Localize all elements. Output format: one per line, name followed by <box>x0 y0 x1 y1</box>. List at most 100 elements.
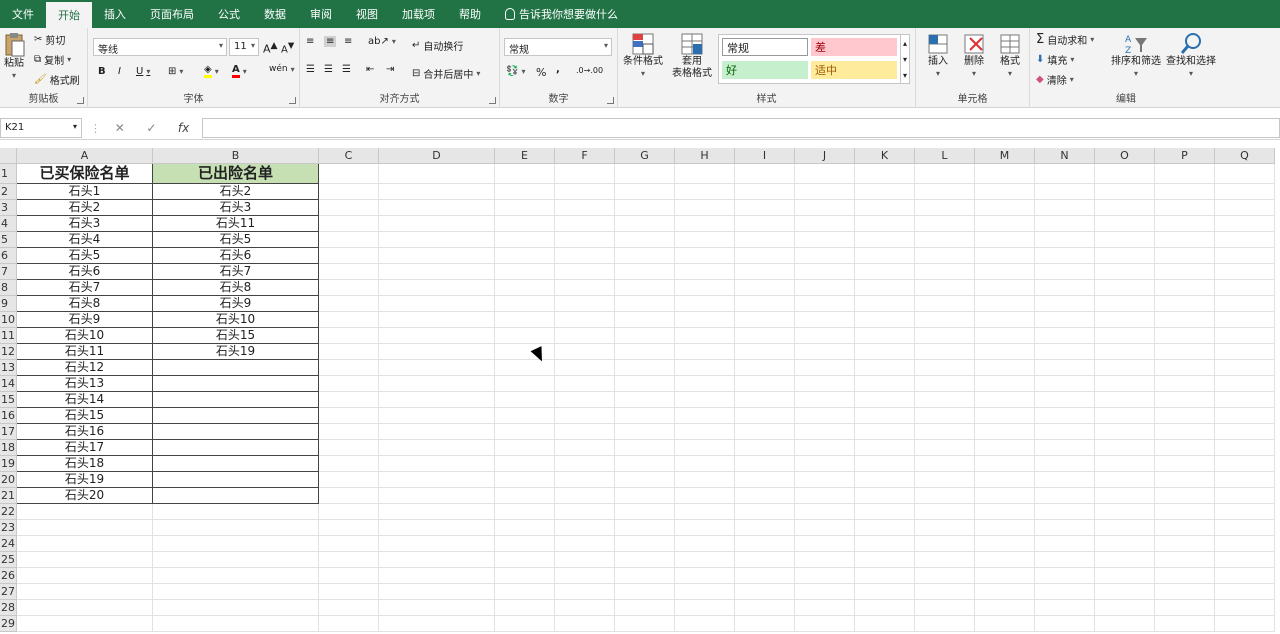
styles-scroll[interactable]: ▴ ▾ ▾ <box>900 34 910 84</box>
cell[interactable] <box>975 472 1035 488</box>
cell[interactable] <box>1095 520 1155 536</box>
cell[interactable] <box>795 424 855 440</box>
cell[interactable] <box>1155 536 1215 552</box>
cell[interactable] <box>735 616 795 632</box>
align-middle-button[interactable]: ≡ <box>324 36 337 47</box>
cell[interactable] <box>855 296 915 312</box>
cell[interactable] <box>379 456 495 472</box>
cell[interactable] <box>319 616 379 632</box>
cell[interactable] <box>1095 392 1155 408</box>
cell[interactable] <box>1155 440 1215 456</box>
row-header[interactable]: 6 <box>0 248 17 264</box>
decrease-indent-button[interactable]: ⇤ <box>366 64 374 75</box>
cell[interactable] <box>855 536 915 552</box>
cell[interactable] <box>975 248 1035 264</box>
cell[interactable] <box>495 456 555 472</box>
tab-3[interactable]: 页面布局 <box>138 0 206 28</box>
cell[interactable] <box>495 392 555 408</box>
insert-function-button[interactable]: fx <box>178 121 189 135</box>
cell[interactable]: 石头19 <box>17 472 153 488</box>
cell[interactable] <box>1155 392 1215 408</box>
cell[interactable] <box>1215 264 1275 280</box>
cell[interactable] <box>495 600 555 616</box>
cell[interactable] <box>319 200 379 216</box>
cell[interactable] <box>855 344 915 360</box>
cell[interactable] <box>379 552 495 568</box>
cell[interactable] <box>675 344 735 360</box>
cell[interactable] <box>379 184 495 200</box>
cell[interactable] <box>555 408 615 424</box>
cell[interactable] <box>495 520 555 536</box>
cell[interactable]: 石头5 <box>153 232 319 248</box>
number-launcher-icon[interactable] <box>607 97 614 104</box>
cell[interactable] <box>615 568 675 584</box>
cell[interactable] <box>1155 552 1215 568</box>
cell[interactable]: 石头1 <box>17 184 153 200</box>
cell[interactable] <box>1095 584 1155 600</box>
cell[interactable] <box>795 344 855 360</box>
column-header[interactable]: G <box>615 148 675 164</box>
cell[interactable]: 石头14 <box>17 392 153 408</box>
cell[interactable] <box>675 312 735 328</box>
cell[interactable] <box>1095 600 1155 616</box>
cell[interactable] <box>17 616 153 632</box>
cell[interactable] <box>319 296 379 312</box>
delete-cells-button[interactable]: 删除 ▾ <box>958 32 990 80</box>
cell[interactable] <box>675 164 735 184</box>
cell[interactable] <box>495 200 555 216</box>
cell[interactable] <box>1155 328 1215 344</box>
cell[interactable] <box>615 456 675 472</box>
row-header[interactable]: 24 <box>0 536 17 552</box>
cell[interactable] <box>17 584 153 600</box>
cell[interactable]: 石头4 <box>17 232 153 248</box>
cell[interactable] <box>915 456 975 472</box>
cell[interactable] <box>1095 248 1155 264</box>
cell[interactable] <box>855 376 915 392</box>
cell[interactable] <box>795 584 855 600</box>
cell[interactable] <box>379 164 495 184</box>
comma-button[interactable]: , <box>556 64 560 75</box>
cell[interactable]: 石头17 <box>17 440 153 456</box>
cell[interactable] <box>615 312 675 328</box>
cell[interactable] <box>555 520 615 536</box>
cell[interactable] <box>855 248 915 264</box>
cell[interactable] <box>1215 344 1275 360</box>
cell[interactable] <box>975 440 1035 456</box>
cancel-icon[interactable]: ✕ <box>115 121 125 135</box>
cell[interactable] <box>795 248 855 264</box>
increase-decimal-button[interactable]: .0→.00 <box>576 66 603 75</box>
cell[interactable] <box>1155 600 1215 616</box>
tab-5[interactable]: 数据 <box>252 0 298 28</box>
cell[interactable] <box>795 200 855 216</box>
cell[interactable] <box>675 472 735 488</box>
cell[interactable] <box>915 264 975 280</box>
cell[interactable] <box>1215 232 1275 248</box>
cell[interactable] <box>735 184 795 200</box>
cell[interactable] <box>795 184 855 200</box>
cell[interactable] <box>555 472 615 488</box>
cell[interactable] <box>855 392 915 408</box>
cell[interactable] <box>1215 164 1275 184</box>
style-normal[interactable]: 常规 <box>722 38 808 56</box>
cell[interactable] <box>153 376 319 392</box>
cell[interactable] <box>795 312 855 328</box>
cell[interactable]: 石头12 <box>17 360 153 376</box>
cell[interactable] <box>1215 552 1275 568</box>
cell[interactable] <box>975 280 1035 296</box>
cell[interactable] <box>915 424 975 440</box>
cell[interactable] <box>379 232 495 248</box>
style-neutral[interactable]: 适中 <box>811 61 897 79</box>
cell[interactable] <box>795 552 855 568</box>
cell[interactable] <box>1035 216 1095 232</box>
cell[interactable] <box>1215 312 1275 328</box>
cell[interactable] <box>153 392 319 408</box>
cell[interactable] <box>795 264 855 280</box>
cell[interactable] <box>319 600 379 616</box>
cell[interactable] <box>1215 248 1275 264</box>
cell[interactable] <box>795 456 855 472</box>
cell[interactable] <box>915 472 975 488</box>
cell[interactable] <box>555 296 615 312</box>
cell[interactable] <box>855 328 915 344</box>
cell[interactable] <box>1035 296 1095 312</box>
row-header[interactable]: 28 <box>0 600 17 616</box>
